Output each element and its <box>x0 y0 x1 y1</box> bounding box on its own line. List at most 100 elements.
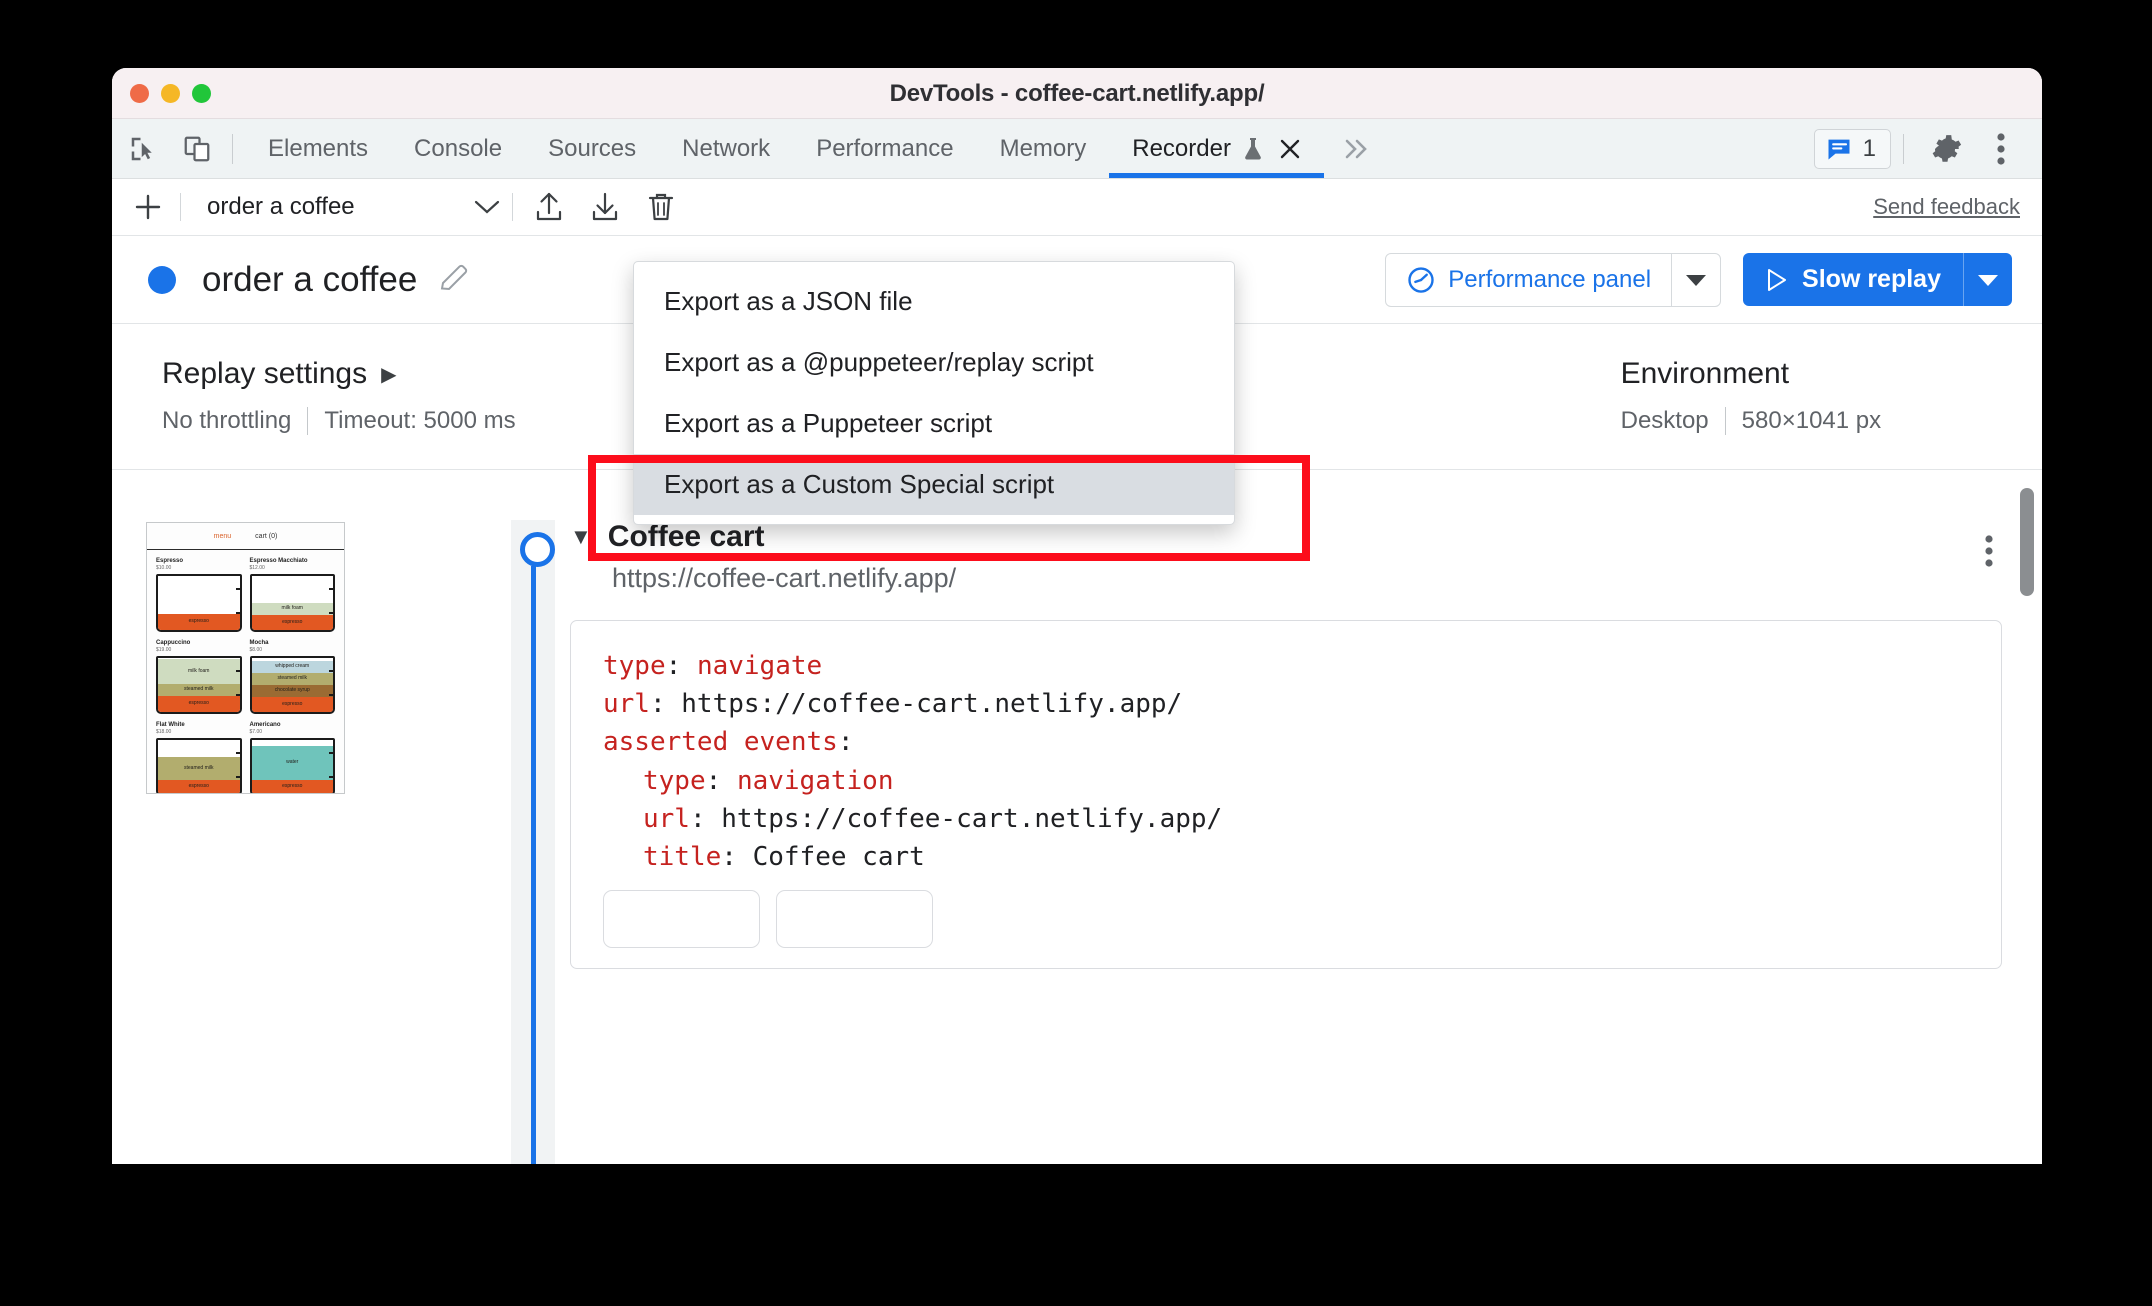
tab-performance[interactable]: Performance <box>793 119 976 178</box>
environment-summary: Desktop 580×1041 px <box>1620 407 1882 435</box>
menu-item-export-puppeteer[interactable]: Export as a Puppeteer script <box>634 393 1234 454</box>
code-sep: : <box>837 727 854 758</box>
cup-layer: espresso <box>158 613 240 630</box>
issues-count: 1 <box>1862 134 1876 162</box>
cup-graphic: milk foam espresso <box>249 573 335 632</box>
cup-layer: steamed milk <box>251 672 333 685</box>
pencil-icon[interactable] <box>437 263 471 297</box>
thumbnail-cup: Cappuccino $19.00 milk foam steamed milk… <box>156 640 242 714</box>
thumbnail-cup: Espresso Macchiato $12.00 milk foam espr… <box>249 558 335 632</box>
code-line: type: navigation <box>603 762 1969 800</box>
code-line: url: https://coffee-cart.netlify.app/ <box>603 800 1969 838</box>
environment-heading-row: Environment <box>1621 357 1882 391</box>
tab-recorder[interactable]: Recorder <box>1109 119 1324 178</box>
replay-settings-section: Replay settings ▶ No throttling Timeout:… <box>112 324 516 469</box>
performance-panel-button[interactable]: Performance panel <box>1385 252 1722 307</box>
cup-price: $18.00 <box>156 728 172 735</box>
menu-item-export-puppeteer-replay[interactable]: Export as a @puppeteer/replay script <box>634 332 1234 393</box>
thumbnail-cart-link: cart (0) <box>255 532 278 540</box>
gear-icon[interactable] <box>1924 129 1970 169</box>
recording-select[interactable]: order a coffee <box>191 193 502 221</box>
code-key: type <box>603 651 666 681</box>
tabbar-right-controls: 1 <box>1813 128 2042 169</box>
environment-device: Desktop <box>1620 407 1709 434</box>
cup-layer: whipped cream <box>251 661 333 673</box>
replay-settings-toggle[interactable]: Replay settings ▶ <box>162 357 516 391</box>
step-more-icon[interactable] <box>1984 534 1994 568</box>
send-feedback-link[interactable]: Send feedback <box>1873 194 2020 220</box>
thumbnail-cup: Espresso $10.00 espresso <box>156 558 242 632</box>
slow-replay-dropdown[interactable] <box>1963 253 2012 306</box>
tab-memory[interactable]: Memory <box>977 119 1110 178</box>
code-chip[interactable] <box>776 890 933 949</box>
issues-counter-button[interactable]: 1 <box>1813 128 1891 169</box>
code-key: type <box>643 765 706 796</box>
divider <box>1724 407 1726 435</box>
toolbar-divider <box>180 193 181 221</box>
cup-name: Mocha <box>249 639 269 646</box>
code-chip[interactable] <box>603 890 760 949</box>
tab-label: Recorder <box>1132 134 1231 162</box>
cup-layer: espresso <box>158 695 240 712</box>
screenshot-root: DevTools - coffee-cart.netlify.app/ Elem… <box>0 0 2152 1306</box>
performance-panel-label: Performance panel <box>1448 265 1652 293</box>
code-value: https://coffee-cart.netlify.app/ <box>721 803 1223 834</box>
code-key: url <box>603 689 650 720</box>
experimental-flask-icon <box>1241 136 1265 162</box>
environment-heading: Environment <box>1620 357 1790 390</box>
toolbar-divider <box>232 133 233 164</box>
menu-item-export-json[interactable]: Export as a JSON file <box>634 271 1234 332</box>
tab-elements[interactable]: Elements <box>245 119 391 178</box>
throttling-value: No throttling <box>162 407 292 434</box>
cup-graphic: water espresso <box>249 737 335 793</box>
menu-item-export-custom-special[interactable]: Export as a Custom Special script <box>634 454 1234 515</box>
steps-area: menu cart (0) Espresso $10.00 espresso E… <box>112 470 2042 1164</box>
environment-viewport: 580×1041 px <box>1741 407 1882 434</box>
device-toolbar-icon[interactable] <box>174 129 220 169</box>
cup-price: $12.00 <box>249 564 265 571</box>
chevron-right-icon: ▶ <box>381 363 397 386</box>
thumbnail-cup: Americano $7.00 water espresso <box>249 722 335 793</box>
slow-replay-button[interactable]: Slow replay <box>1743 253 2012 306</box>
code-sep: : <box>649 689 682 720</box>
step-timeline-rail <box>511 520 555 1164</box>
tab-network[interactable]: Network <box>659 119 793 178</box>
cup-graphic: whipped cream steamed milk chocolate syr… <box>249 655 335 714</box>
timeline-step-node[interactable] <box>520 532 555 567</box>
code-value: navigation <box>736 765 894 796</box>
devtools-tabbar: Elements Console Sources Network Perform… <box>112 119 2042 179</box>
cup-layer: steamed milk <box>158 683 240 696</box>
toolbar-divider-2 <box>512 193 513 221</box>
vertical-scrollbar[interactable] <box>2020 488 2034 596</box>
more-vertical-icon[interactable] <box>1978 129 2024 169</box>
export-icon[interactable] <box>579 186 631 228</box>
code-line: type: navigate <box>603 647 1969 685</box>
code-key: asserted events <box>603 727 838 758</box>
thumbnail-cup: Mocha $8.00 whipped cream steamed milk c… <box>249 639 335 714</box>
cup-name: Flat White <box>156 721 185 728</box>
more-tabs-icon[interactable] <box>1324 137 1390 161</box>
delete-icon[interactable] <box>635 186 687 228</box>
thumbnail-cup: Flat White $18.00 steamed milk espresso <box>156 721 242 793</box>
caret-down-icon[interactable]: ▼ <box>570 524 592 550</box>
cup-graphic: milk foam steamed milk espresso <box>156 655 242 714</box>
step-screenshot-thumbnail[interactable]: menu cart (0) Espresso $10.00 espresso E… <box>146 522 345 794</box>
replay-settings-heading: Replay settings <box>162 357 368 390</box>
step-details: ▼ Coffee cart https://coffee-cart.netlif… <box>570 520 2002 970</box>
cup-price: $10.00 <box>156 564 172 571</box>
window-title: DevTools - coffee-cart.netlify.app/ <box>889 80 1265 107</box>
tab-sources[interactable]: Sources <box>525 119 659 178</box>
code-line: url: https://coffee-cart.netlify.app/ <box>603 685 1969 723</box>
close-icon[interactable] <box>1279 138 1301 160</box>
import-icon[interactable] <box>523 186 575 228</box>
add-recording-button[interactable] <box>126 187 170 227</box>
performance-panel-main[interactable]: Performance panel <box>1386 254 1671 306</box>
inspect-element-icon[interactable] <box>120 129 166 169</box>
performance-panel-dropdown[interactable] <box>1671 253 1720 306</box>
cup-graphic: espresso <box>156 573 242 632</box>
cup-layer: milk foam <box>251 602 333 615</box>
slow-replay-main[interactable]: Slow replay <box>1743 253 1963 306</box>
recorder-toolbar: order a coffee Send feedback <box>112 179 2042 236</box>
recording-name: order a coffee <box>202 259 418 299</box>
tab-console[interactable]: Console <box>391 119 525 178</box>
